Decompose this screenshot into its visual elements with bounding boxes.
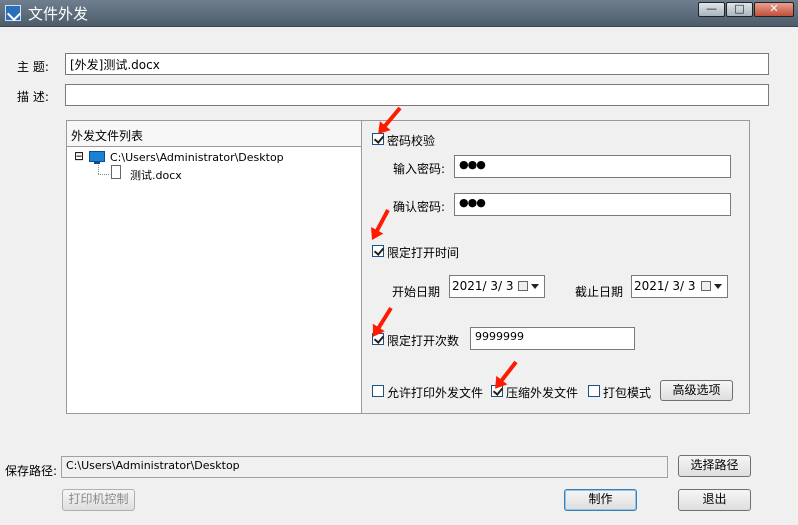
minimize-button[interactable]: — <box>698 2 725 17</box>
subject-input[interactable]: [外发]测试.docx <box>65 53 769 75</box>
limit-open-count-label: 限定打开次数 <box>387 334 460 348</box>
chevron-down-icon[interactable] <box>531 284 539 289</box>
title-bar[interactable] <box>0 0 798 27</box>
tree-file-label[interactable]: 测试.docx <box>130 167 182 183</box>
app-icon <box>5 5 21 21</box>
password-check-label: 密码校验 <box>387 134 436 148</box>
window-title: 文件外发 <box>28 5 89 23</box>
computer-icon <box>89 151 105 162</box>
limit-open-time-label: 限定打开时间 <box>387 246 460 260</box>
close-button[interactable]: ✕ <box>754 2 794 17</box>
input-password-label: 输入密码: <box>393 162 446 176</box>
advanced-options-button[interactable]: 高级选项 <box>660 380 733 401</box>
end-date-value: 2021/ 3/ 3 <box>634 279 696 293</box>
confirm-password-label: 确认密码: <box>393 200 446 214</box>
open-count-input[interactable]: 9999999 <box>470 327 635 350</box>
file-list-title: 外发文件列表 <box>71 129 144 143</box>
tree-root-label[interactable]: C:\Users\Administrator\Desktop <box>110 151 284 164</box>
start-date-value: 2021/ 3/ 3 <box>452 279 514 293</box>
limit-open-time-checkbox[interactable] <box>372 245 384 257</box>
exit-button[interactable]: 退出 <box>678 489 751 511</box>
save-path-label: 保存路径: <box>5 464 58 478</box>
allow-print-checkbox[interactable] <box>372 385 384 397</box>
tree-line-vertical <box>98 165 100 174</box>
end-date-label: 截止日期 <box>575 285 624 299</box>
calendar-icon[interactable] <box>701 281 711 291</box>
document-icon <box>111 165 121 179</box>
chevron-down-icon[interactable] <box>714 284 722 289</box>
pack-mode-checkbox[interactable] <box>588 385 600 397</box>
maximize-button[interactable]: □ <box>726 2 753 17</box>
compress-label: 压缩外发文件 <box>506 386 579 400</box>
tree-toggle[interactable]: ⊟ <box>74 150 84 162</box>
make-button[interactable]: 制作 <box>564 489 637 511</box>
start-date-label: 开始日期 <box>392 285 441 299</box>
computer-icon-stand <box>94 162 100 164</box>
calendar-icon[interactable] <box>518 281 528 291</box>
save-path-input[interactable]: C:\Users\Administrator\Desktop <box>61 456 668 478</box>
confirm-password-field[interactable]: ●●● <box>454 193 731 216</box>
allow-print-label: 允许打印外发文件 <box>387 386 484 400</box>
tree-line-horizontal <box>98 174 109 176</box>
input-password-field[interactable]: ●●● <box>454 155 731 178</box>
printer-control-button[interactable]: 打印机控制 <box>62 489 135 511</box>
choose-path-button[interactable]: 选择路径 <box>678 455 751 477</box>
description-label: 描 述: <box>17 90 49 104</box>
subject-label: 主 题: <box>17 60 49 74</box>
description-input[interactable] <box>65 84 769 106</box>
pack-mode-label: 打包模式 <box>603 386 652 400</box>
